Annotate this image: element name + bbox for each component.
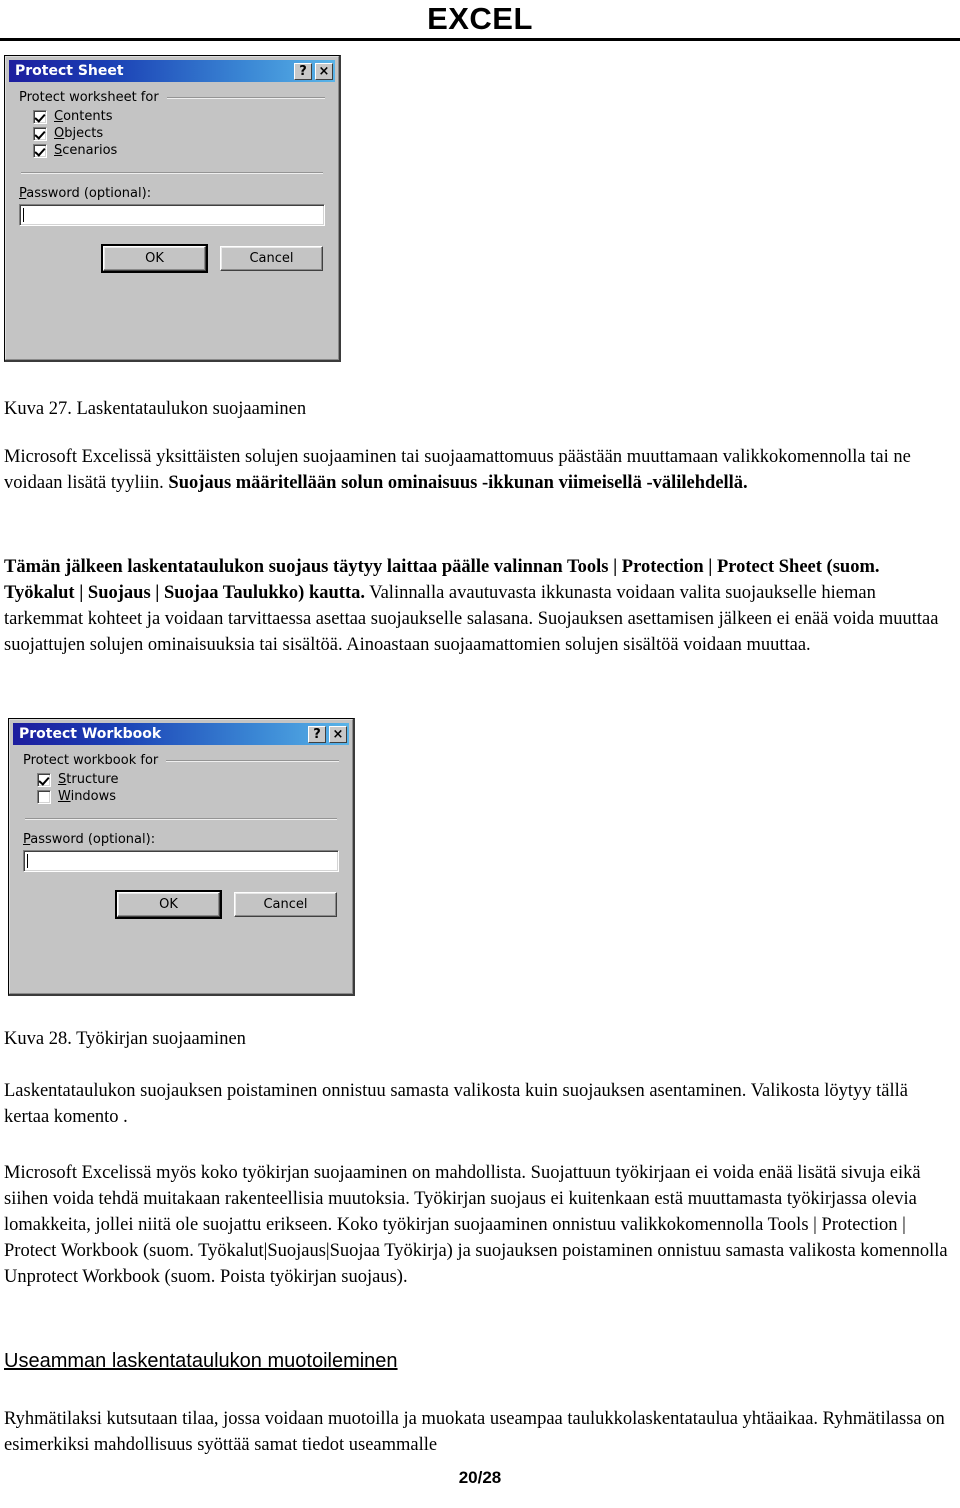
checkbox-row-windows[interactable]: Windows — [37, 789, 339, 804]
page-title: EXCEL — [427, 1, 533, 36]
label-rest: cenarios — [62, 143, 118, 158]
dialog-title: Protect Workbook — [19, 726, 162, 742]
dialog-body: Protect workbook for Structure Windows P… — [13, 745, 349, 923]
accel-char: C — [54, 109, 64, 124]
checkbox-row-objects[interactable]: Objects — [33, 126, 325, 141]
ok-button[interactable]: OK — [101, 244, 208, 273]
header-divider — [0, 38, 960, 41]
dialog-button-row: OK Cancel — [19, 244, 325, 273]
close-icon[interactable]: × — [315, 62, 333, 80]
help-icon[interactable]: ? — [294, 62, 312, 80]
cancel-button[interactable]: Cancel — [234, 892, 337, 917]
checkbox-windows[interactable] — [37, 789, 51, 804]
checkbox-row-structure[interactable]: Structure — [37, 772, 339, 787]
password-label: Password (optional): — [23, 832, 339, 847]
paragraph-5: Ryhmätilaksi kutsutaan tilaa, jossa void… — [4, 1409, 945, 1455]
label-rest: tructure — [66, 772, 119, 787]
paragraph-1: Microsoft Excelissä yksittäisten solujen… — [4, 444, 942, 496]
ok-button[interactable]: OK — [115, 890, 222, 919]
dialog-inner-frame: Protect Workbook ? × Protect workbook fo… — [9, 719, 353, 994]
paragraph-3: Laskentataulukon suojauksen poistaminen … — [4, 1081, 908, 1127]
checkbox-label-scenarios: Scenarios — [54, 143, 117, 158]
dialog-titlebar[interactable]: Protect Workbook ? × — [13, 723, 349, 745]
checkbox-structure[interactable] — [37, 772, 51, 787]
password-input[interactable] — [19, 204, 325, 226]
checkbox-label-objects: Objects — [54, 126, 103, 141]
group-label: Protect workbook for — [23, 753, 159, 768]
accel-char: W — [58, 789, 71, 804]
paragraph-4: Microsoft Excelissä myös koko työkirjan … — [4, 1163, 948, 1287]
protect-sheet-dialog[interactable]: Protect Sheet ? × Protect worksheet for … — [4, 55, 341, 362]
group-separator — [166, 759, 339, 762]
figure-caption-28: Kuva 28. Työkirjan suojaaminen — [4, 1029, 246, 1049]
group-label: Protect worksheet for — [19, 90, 159, 105]
label-rest: ontents — [63, 109, 113, 124]
help-icon[interactable]: ? — [308, 725, 326, 743]
horizontal-divider — [21, 172, 323, 174]
dialog-inner-frame: Protect Sheet ? × Protect worksheet for … — [5, 56, 339, 360]
checkbox-label-windows: Windows — [58, 789, 116, 804]
checkbox-row-scenarios[interactable]: Scenarios — [33, 143, 325, 158]
label-rest: assword (optional): — [26, 186, 152, 201]
text-caret — [23, 208, 24, 222]
section-heading: Useamman laskentataulukon muotoileminen — [4, 1350, 398, 1372]
paragraph-2: Tämän jälkeen laskentataulukon suojaus t… — [4, 554, 954, 658]
group-separator — [166, 96, 325, 99]
protect-workbook-group: Protect workbook for — [23, 753, 339, 768]
label-rest: indows — [70, 789, 117, 804]
dialog-body: Protect worksheet for Contents Objects S… — [9, 82, 335, 277]
accel-char: O — [54, 126, 65, 141]
dialog-title: Protect Sheet — [15, 63, 124, 79]
page-footer: 20/28 — [458, 1468, 502, 1487]
checkbox-scenarios[interactable] — [33, 143, 47, 158]
dialog-button-row: OK Cancel — [23, 890, 339, 919]
checkbox-objects[interactable] — [33, 126, 47, 141]
horizontal-divider — [25, 818, 337, 820]
page-header: EXCEL — [0, 0, 960, 36]
close-icon[interactable]: × — [329, 725, 347, 743]
label-rest: assword (optional): — [30, 832, 156, 847]
password-label: Password (optional): — [19, 186, 325, 201]
password-input[interactable] — [23, 850, 339, 872]
protect-worksheet-group: Protect worksheet for — [19, 90, 325, 105]
checkbox-row-contents[interactable]: Contents — [33, 109, 325, 124]
text-caret — [27, 854, 28, 868]
figure-caption-27: Kuva 27. Laskentataulukon suojaaminen — [4, 399, 307, 419]
label-rest: bjects — [64, 126, 104, 141]
checkbox-label-contents: Contents — [54, 109, 112, 124]
dialog-titlebar[interactable]: Protect Sheet ? × — [9, 60, 335, 82]
checkbox-label-structure: Structure — [58, 772, 119, 787]
para-1-bold: Suojaus määritellään solun ominaisuus -i… — [168, 473, 748, 493]
cancel-button[interactable]: Cancel — [220, 246, 323, 271]
checkbox-contents[interactable] — [33, 109, 47, 124]
protect-workbook-dialog[interactable]: Protect Workbook ? × Protect workbook fo… — [8, 718, 355, 996]
